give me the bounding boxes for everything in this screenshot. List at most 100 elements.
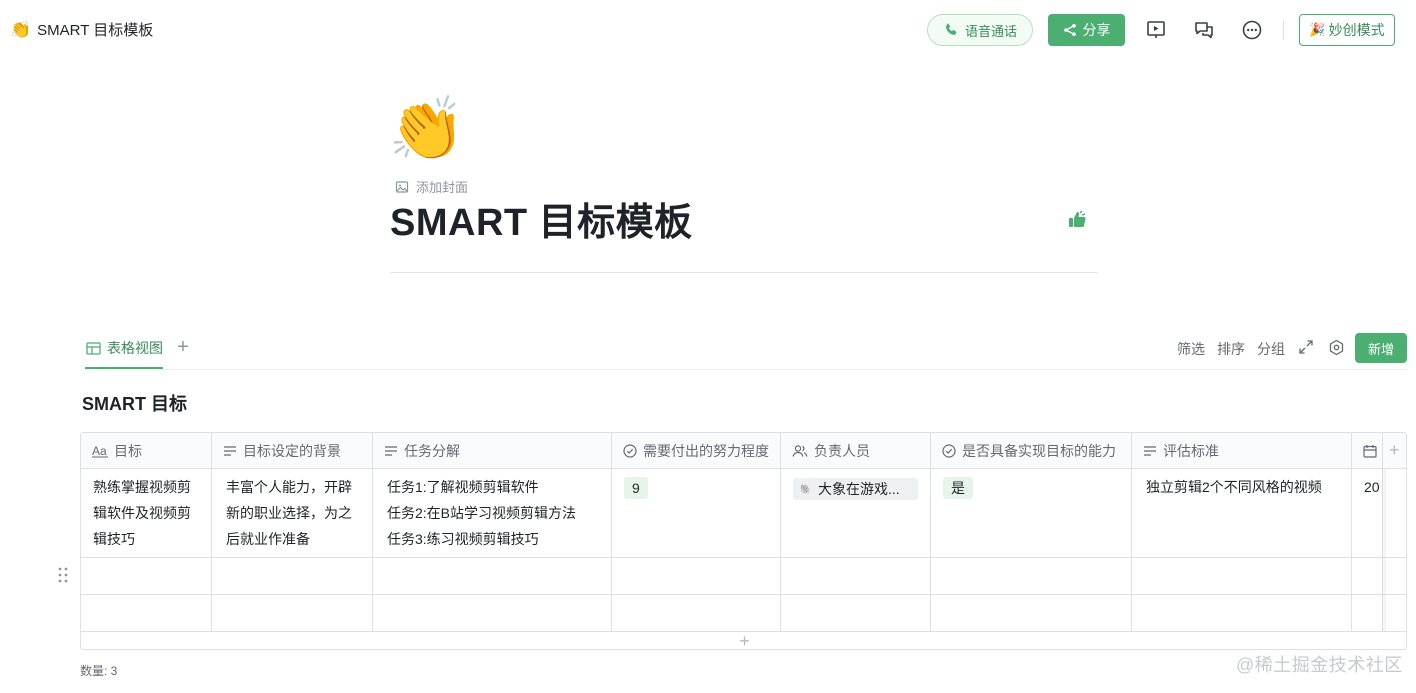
filter-button[interactable]: 筛选 — [1177, 339, 1205, 359]
cell-capable[interactable]: 是 — [931, 469, 1132, 558]
calendar-icon — [1363, 444, 1377, 458]
cell-goal[interactable]: 熟练掌握视频剪 辑软件及视频剪 辑技巧 — [81, 469, 212, 558]
create-mode-label: 妙创模式 — [1328, 22, 1385, 38]
column-header-label: 任务分解 — [404, 442, 460, 459]
watermark: @稀土掘金技术社区 — [1236, 655, 1403, 675]
more-icon[interactable] — [1240, 18, 1264, 42]
present-icon[interactable] — [1144, 18, 1168, 42]
column-header-label: 评估标准 — [1163, 442, 1219, 459]
column-header-date[interactable] — [1352, 433, 1383, 469]
page-title[interactable]: SMART 目标模板 — [390, 198, 693, 248]
cell-text-line: 独立剪辑2个不同风格的视频 — [1146, 479, 1322, 495]
cell-filler — [1383, 469, 1406, 558]
cell-filler — [1383, 595, 1406, 632]
doc-breadcrumb[interactable]: 👏 SMART 目标模板 — [10, 19, 153, 40]
drag-handle-icon[interactable] — [57, 566, 69, 584]
empty-cell[interactable] — [781, 558, 931, 595]
empty-cell[interactable] — [1132, 558, 1352, 595]
sort-button[interactable]: 排序 — [1217, 339, 1245, 359]
column-header-tasks[interactable]: 任务分解 — [373, 433, 612, 469]
add-view-button[interactable]: + — [174, 337, 192, 357]
voice-call-button[interactable]: 语音通话 — [927, 14, 1033, 46]
group-button[interactable]: 分组 — [1257, 339, 1285, 359]
cell-text-line: 辑技巧 — [93, 531, 135, 547]
create-mode-button[interactable]: 🎉 妙创模式 — [1299, 14, 1395, 46]
cell-text-line: 20 — [1364, 479, 1380, 495]
single-select-icon — [942, 443, 956, 458]
add-cover-label: 添加封面 — [416, 180, 469, 195]
column-header-owner[interactable]: 负责人员 — [781, 433, 931, 469]
empty-cell[interactable] — [1352, 558, 1383, 595]
horizontal-scroll-shadow — [1381, 469, 1386, 631]
top-bar: 👏 SMART 目标模板 语音通话 分享 🎉 妙创模式 — [0, 0, 1416, 60]
cell-date[interactable]: 20 — [1352, 469, 1383, 558]
column-header-label: 目标 — [114, 442, 142, 459]
column-header-label: 需要付出的努力程度 — [643, 442, 769, 459]
cell-filler — [1383, 558, 1406, 595]
empty-cell[interactable] — [373, 558, 612, 595]
capable-tag: 是 — [943, 477, 973, 499]
owner-name: 大象在游戏... — [818, 481, 900, 497]
column-header-label: 目标设定的背景 — [243, 442, 341, 459]
cell-owner[interactable]: 🐘 大象在游戏... — [781, 469, 931, 558]
empty-cell[interactable] — [1132, 595, 1352, 632]
add-cover-button[interactable]: 添加封面 — [395, 177, 468, 196]
text-type-icon: Aa — [92, 444, 108, 458]
empty-cell[interactable] — [212, 558, 373, 595]
column-header-label: 是否具备实现目标的能力 — [962, 442, 1116, 459]
column-header-goal[interactable]: Aa 目标 — [81, 433, 212, 469]
cell-text-line: 熟练掌握视频剪 — [93, 479, 191, 495]
add-row-button[interactable]: + — [81, 631, 1406, 650]
data-table: Aa 目标 目标设定的背景 任务分解 需要付出的努力程度 负责人员 是否具备实现… — [80, 432, 1407, 650]
table-icon — [86, 341, 101, 355]
long-text-icon — [385, 445, 397, 456]
cell-text-line: 任务1:了解视频剪辑软件 — [387, 479, 539, 495]
image-icon — [395, 180, 409, 193]
single-select-icon — [623, 443, 637, 458]
cell-tasks[interactable]: 任务1:了解视频剪辑软件 任务2:在B站学习视频剪辑方法 任务3:练习视频剪辑技… — [373, 469, 612, 558]
empty-cell[interactable] — [373, 595, 612, 632]
new-record-button[interactable]: 新增 — [1355, 333, 1407, 363]
page-emoji[interactable]: 👏 — [388, 95, 465, 165]
empty-cell[interactable] — [212, 595, 373, 632]
expand-icon[interactable] — [1297, 338, 1315, 356]
long-text-icon — [224, 445, 236, 456]
cell-criteria[interactable]: 独立剪辑2个不同风格的视频 — [1132, 469, 1352, 558]
toolbar-divider — [1283, 20, 1284, 40]
cell-text-line: 任务3:练习视频剪辑技巧 — [387, 531, 539, 547]
owner-chip[interactable]: 🐘 大象在游戏... — [793, 478, 918, 500]
share-button[interactable]: 分享 — [1048, 14, 1125, 46]
settings-icon[interactable] — [1327, 338, 1345, 356]
column-header-criteria[interactable]: 评估标准 — [1132, 433, 1352, 469]
empty-cell[interactable] — [781, 595, 931, 632]
title-divider — [390, 272, 1098, 273]
cell-background[interactable]: 丰富个人能力，开辟 新的职业选择，为之 后就业作准备 — [212, 469, 373, 558]
record-count: 数量: 3 — [80, 664, 118, 678]
cell-effort[interactable]: 9 — [612, 469, 781, 558]
empty-cell[interactable] — [81, 558, 212, 595]
empty-cell[interactable] — [931, 595, 1132, 632]
column-header-background[interactable]: 目标设定的背景 — [212, 433, 373, 469]
table-title: SMART 目标 — [82, 394, 187, 414]
empty-cell[interactable] — [81, 595, 212, 632]
doc-title: SMART 目标模板 — [37, 22, 154, 39]
doc-emoji: 👏 — [10, 19, 32, 39]
thumbs-up-icon[interactable] — [1066, 209, 1088, 233]
empty-cell[interactable] — [612, 558, 781, 595]
empty-cell[interactable] — [1352, 595, 1383, 632]
column-header-label: 负责人员 — [814, 442, 870, 459]
tab-table-view-label: 表格视图 — [107, 340, 163, 356]
view-bar-divider — [85, 369, 1407, 370]
cell-text-line: 后就业作准备 — [226, 531, 310, 547]
column-header-effort[interactable]: 需要付出的努力程度 — [612, 433, 781, 469]
empty-cell[interactable] — [931, 558, 1132, 595]
column-header-capable[interactable]: 是否具备实现目标的能力 — [931, 433, 1132, 469]
cell-text-line: 任务2:在B站学习视频剪辑方法 — [387, 505, 577, 521]
voice-call-label: 语音通话 — [964, 23, 1017, 39]
add-column-button[interactable]: + — [1383, 433, 1406, 469]
people-icon — [792, 444, 808, 457]
comments-icon[interactable] — [1192, 18, 1216, 42]
empty-cell[interactable] — [612, 595, 781, 632]
party-icon: 🎉 — [1309, 22, 1326, 37]
tab-table-view[interactable]: 表格视图 — [86, 338, 163, 358]
